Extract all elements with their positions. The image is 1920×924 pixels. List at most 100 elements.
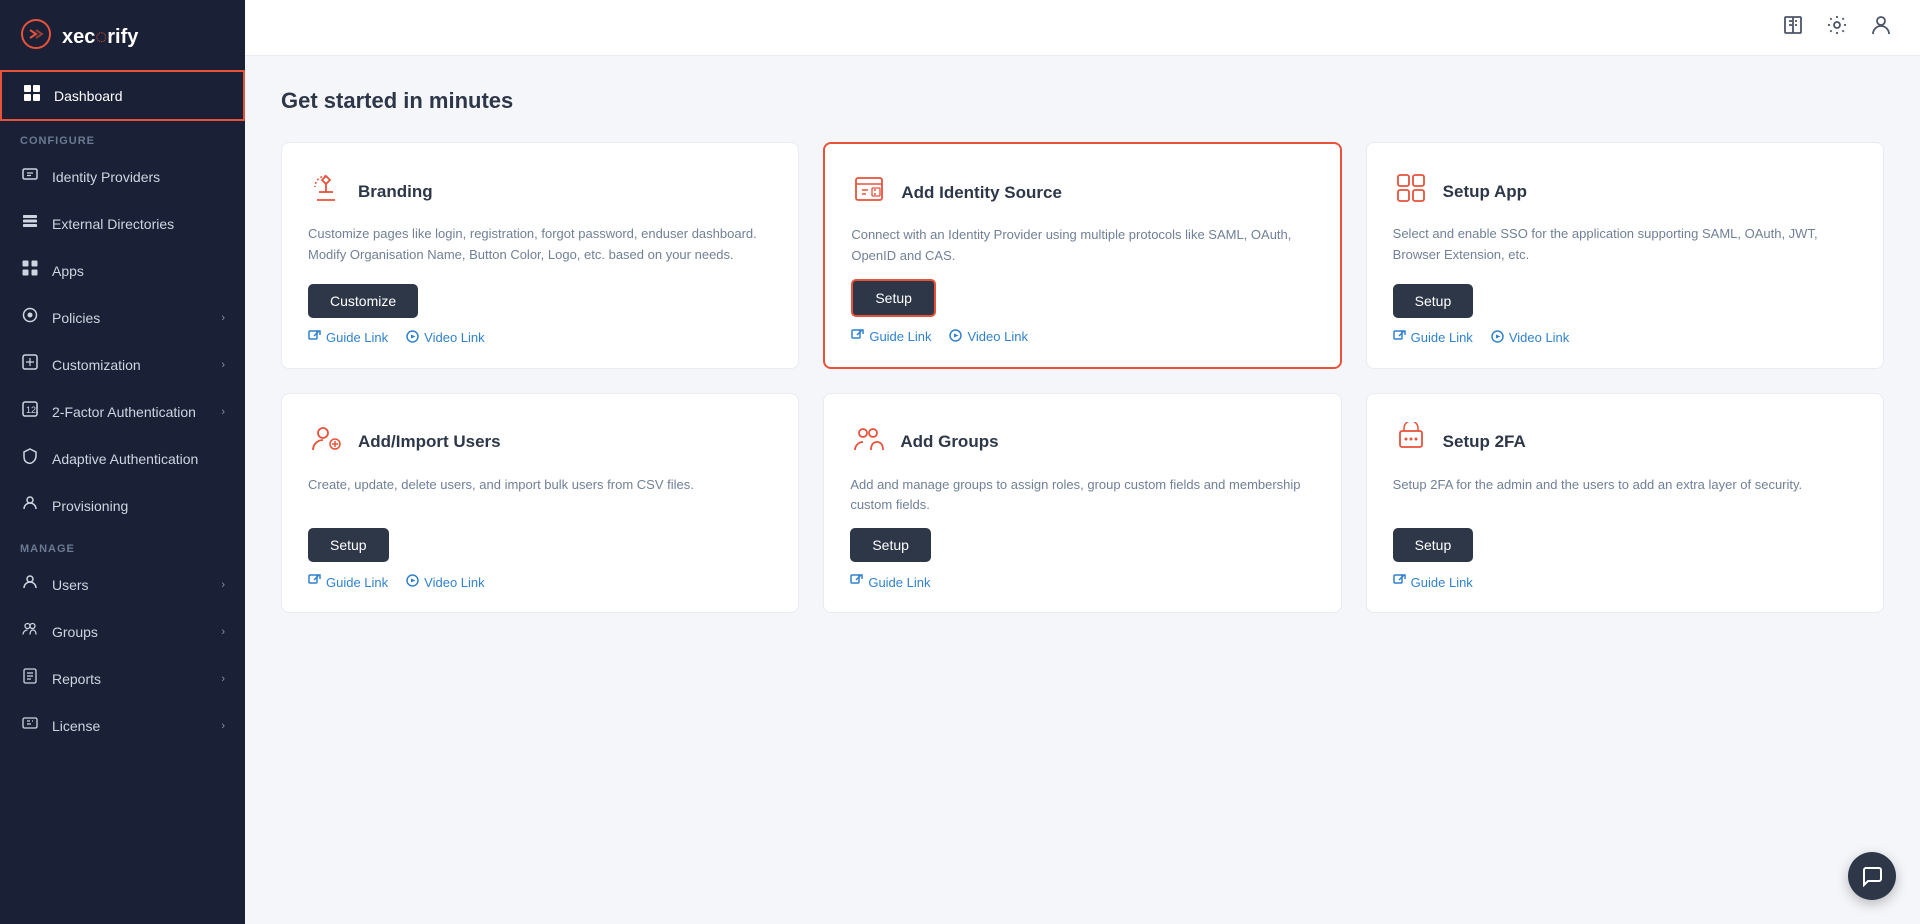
header: [245, 0, 1920, 56]
groups-label: Groups: [52, 624, 221, 640]
manage-section-label: Manage: [0, 529, 245, 561]
2fa-chevron: ›: [221, 406, 225, 418]
policies-icon: [20, 307, 40, 328]
identity-providers-icon: [20, 166, 40, 187]
sidebar-item-policies[interactable]: Policies ›: [0, 294, 245, 341]
identity-source-setup-button[interactable]: Setup: [851, 279, 936, 317]
customization-chevron: ›: [221, 359, 225, 371]
sidebar-item-2fa[interactable]: 123 2-Factor Authentication ›: [0, 388, 245, 435]
customization-icon: [20, 354, 40, 375]
setup-2fa-description: Setup 2FA for the admin and the users to…: [1393, 475, 1857, 517]
add-groups-description: Add and manage groups to assign roles, g…: [850, 475, 1314, 517]
identity-source-description: Connect with an Identity Provider using …: [851, 225, 1313, 267]
sidebar-item-adaptive-auth[interactable]: Adaptive Authentication: [0, 435, 245, 482]
configure-section-label: Configure: [0, 121, 245, 153]
external-link-icon-2: [851, 329, 864, 345]
sidebar-item-license[interactable]: License ›: [0, 702, 245, 749]
sidebar-item-apps[interactable]: Apps: [0, 247, 245, 294]
branding-icon: [308, 171, 344, 212]
groups-icon: [20, 621, 40, 642]
sidebar-item-identity-providers[interactable]: Identity Providers: [0, 153, 245, 200]
settings-icon[interactable]: [1826, 14, 1848, 42]
user-profile-icon[interactable]: [1870, 14, 1892, 42]
branding-description: Customize pages like login, registration…: [308, 224, 772, 272]
identity-source-links: Guide Link Video Link: [851, 329, 1313, 345]
external-link-icon-3: [1393, 330, 1406, 346]
identity-source-icon: [851, 172, 887, 213]
users-icon: [20, 574, 40, 595]
play-icon-3: [1491, 330, 1504, 346]
identity-source-title: Add Identity Source: [901, 183, 1062, 203]
setup-app-icon: [1393, 171, 1429, 212]
apps-icon: [20, 260, 40, 281]
setup-app-guide-link[interactable]: Guide Link: [1393, 330, 1473, 346]
sidebar-item-reports[interactable]: Reports ›: [0, 655, 245, 702]
setup-2fa-card: Setup 2FA Setup 2FA for the admin and th…: [1366, 393, 1884, 614]
users-label: Users: [52, 577, 221, 593]
2fa-label: 2-Factor Authentication: [52, 404, 221, 420]
setup-app-setup-button[interactable]: Setup: [1393, 284, 1474, 318]
branding-guide-link[interactable]: Guide Link: [308, 330, 388, 346]
sidebar-item-groups[interactable]: Groups ›: [0, 608, 245, 655]
policies-chevron: ›: [221, 312, 225, 324]
external-link-icon-4: [308, 574, 321, 590]
sidebar-item-users[interactable]: Users ›: [0, 561, 245, 608]
setup-app-card-header: Setup App: [1393, 171, 1857, 212]
add-import-users-guide-link[interactable]: Guide Link: [308, 574, 388, 590]
sidebar-item-customization[interactable]: Customization ›: [0, 341, 245, 388]
identity-providers-label: Identity Providers: [52, 169, 225, 185]
add-groups-icon: [850, 422, 886, 463]
license-chevron: ›: [221, 720, 225, 732]
external-link-icon-5: [850, 574, 863, 590]
identity-source-guide-link[interactable]: Guide Link: [851, 329, 931, 345]
setup-2fa-setup-button[interactable]: Setup: [1393, 528, 1474, 562]
customization-label: Customization: [52, 357, 221, 373]
identity-source-video-link[interactable]: Video Link: [949, 329, 1027, 345]
add-import-users-setup-button[interactable]: Setup: [308, 528, 389, 562]
logo[interactable]: xec◌rify: [0, 0, 245, 70]
license-label: License: [52, 718, 221, 734]
cards-grid: Branding Customize pages like login, reg…: [281, 142, 1884, 613]
dashboard-label: Dashboard: [54, 88, 223, 104]
add-import-users-description: Create, update, delete users, and import…: [308, 475, 772, 517]
play-icon-4: [406, 574, 419, 590]
sidebar-item-external-directories[interactable]: External Directories: [0, 200, 245, 247]
setup-app-title: Setup App: [1443, 182, 1527, 202]
external-directories-label: External Directories: [52, 216, 225, 232]
adaptive-auth-icon: [20, 448, 40, 469]
add-import-users-card-header: Add/Import Users: [308, 422, 772, 463]
branding-customize-button[interactable]: Customize: [308, 284, 418, 318]
identity-source-card-header: Add Identity Source: [851, 172, 1313, 213]
add-groups-title: Add Groups: [900, 432, 998, 452]
chat-bubble[interactable]: [1848, 852, 1896, 900]
provisioning-icon: [20, 495, 40, 516]
branding-card-header: Branding: [308, 171, 772, 212]
add-import-users-links: Guide Link Video Link: [308, 574, 772, 590]
sidebar-item-dashboard[interactable]: Dashboard: [0, 70, 245, 121]
logo-text: xec◌rify: [62, 26, 138, 49]
provisioning-label: Provisioning: [52, 498, 225, 514]
setup-app-video-link[interactable]: Video Link: [1491, 330, 1569, 346]
policies-label: Policies: [52, 310, 221, 326]
add-groups-guide-link[interactable]: Guide Link: [850, 574, 930, 590]
2fa-icon: 123: [20, 401, 40, 422]
logo-icon: [20, 18, 52, 56]
setup-2fa-icon: [1393, 422, 1429, 463]
groups-chevron: ›: [221, 626, 225, 638]
add-import-users-video-link[interactable]: Video Link: [406, 574, 484, 590]
branding-video-link[interactable]: Video Link: [406, 330, 484, 346]
add-groups-setup-button[interactable]: Setup: [850, 528, 931, 562]
setup-2fa-guide-link[interactable]: Guide Link: [1393, 574, 1473, 590]
reports-label: Reports: [52, 671, 221, 687]
add-groups-links: Guide Link: [850, 574, 1314, 590]
branding-title: Branding: [358, 182, 433, 202]
setup-2fa-card-header: Setup 2FA: [1393, 422, 1857, 463]
add-import-users-card: Add/Import Users Create, update, delete …: [281, 393, 799, 614]
license-icon: [20, 715, 40, 736]
book-icon[interactable]: [1782, 14, 1804, 42]
header-icons: [1782, 14, 1892, 42]
play-icon-2: [949, 329, 962, 345]
branding-links: Guide Link Video Link: [308, 330, 772, 346]
sidebar-item-provisioning[interactable]: Provisioning: [0, 482, 245, 529]
svg-text:123: 123: [26, 405, 38, 415]
